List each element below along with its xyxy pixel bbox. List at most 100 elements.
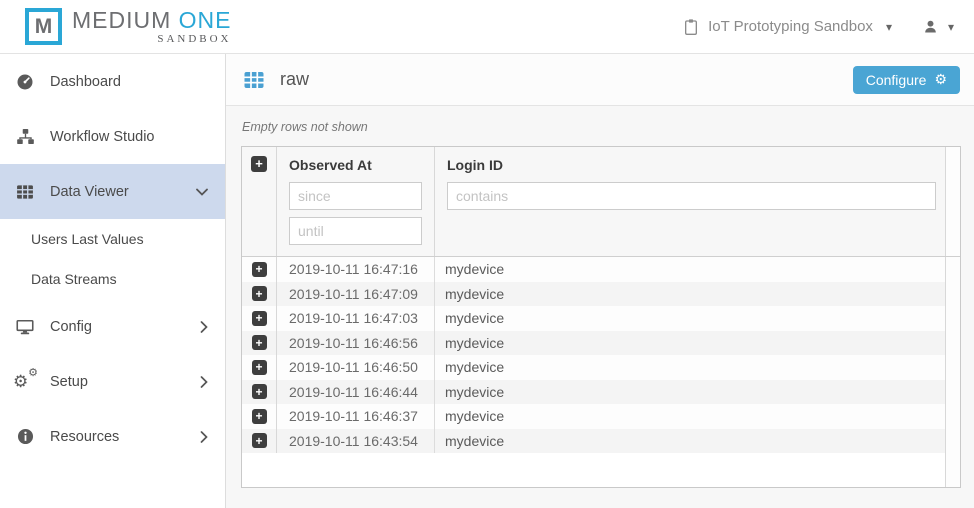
expand-row-button[interactable]: + xyxy=(252,262,267,277)
expand-row-button[interactable]: + xyxy=(252,433,267,448)
login-id-cell: mydevice xyxy=(435,306,945,331)
brand-subtitle: SANDBOX xyxy=(157,33,231,45)
sidebar-subitem-data-streams[interactable]: Data Streams xyxy=(0,259,225,299)
table-row: + 2019-10-11 16:47:16 mydevice xyxy=(242,257,960,282)
sidebar-item-label: Workflow Studio xyxy=(50,129,208,145)
brand-name-primary: MEDIUM xyxy=(72,7,171,33)
expand-all-button[interactable]: + xyxy=(251,156,267,172)
workspace-selector[interactable]: IoT Prototyping Sandbox ▾ xyxy=(683,18,892,36)
expand-row-button[interactable]: + xyxy=(252,335,267,350)
gear-icon: ⚙ xyxy=(934,71,947,88)
filter-since-input[interactable] xyxy=(289,182,422,210)
login-id-cell: mydevice xyxy=(435,380,945,405)
logo-m-icon: M xyxy=(25,8,62,45)
monitor-icon xyxy=(14,317,36,337)
observed-at-cell: 2019-10-11 16:46:44 xyxy=(277,380,435,405)
table-row: + 2019-10-11 16:43:54 mydevice xyxy=(242,429,960,454)
sidebar-item-resources[interactable]: Resources xyxy=(0,409,225,464)
empty-rows-note: Empty rows not shown xyxy=(242,120,974,134)
scrollbar-track[interactable] xyxy=(945,147,960,256)
caret-down-icon: ▾ xyxy=(886,20,892,34)
main-content: raw Configure ⚙ Empty rows not shown + O… xyxy=(226,54,974,508)
gears-icon: ⚙ ⚙ xyxy=(14,372,36,392)
workflow-icon xyxy=(14,127,36,146)
sidebar-subitem-users-last-values[interactable]: Users Last Values xyxy=(0,219,225,259)
login-id-cell: mydevice xyxy=(435,257,945,282)
sidebar-subitem-label: Data Streams xyxy=(31,271,117,287)
chevron-right-icon xyxy=(200,376,208,388)
sidebar-item-config[interactable]: Config xyxy=(0,299,225,354)
data-table: + Observed At Login ID + 2019-10-11 16:4… xyxy=(241,146,961,488)
sidebar-subitem-label: Users Last Values xyxy=(31,231,144,247)
dashboard-icon xyxy=(14,72,36,92)
scrollbar-track xyxy=(945,282,960,307)
info-icon xyxy=(14,427,36,446)
top-bar: M MEDIUM ONE SANDBOX IoT Prototyping San… xyxy=(0,0,974,54)
table-header: + Observed At Login ID xyxy=(242,147,960,257)
sidebar: Dashboard Workflow Studio xyxy=(0,54,226,508)
login-id-cell: mydevice xyxy=(435,331,945,356)
sidebar-item-label: Resources xyxy=(50,429,186,445)
clipboard-icon xyxy=(683,18,699,36)
configure-button[interactable]: Configure ⚙ xyxy=(853,66,960,94)
observed-at-cell: 2019-10-11 16:47:09 xyxy=(277,282,435,307)
stream-toolbar: raw Configure ⚙ xyxy=(226,54,974,106)
table-row: + 2019-10-11 16:46:56 mydevice xyxy=(242,331,960,356)
sidebar-item-data-viewer[interactable]: Data Viewer xyxy=(0,164,225,219)
sidebar-item-label: Dashboard xyxy=(50,74,208,90)
table-row: + 2019-10-11 16:46:44 mydevice xyxy=(242,380,960,405)
expand-row-button[interactable]: + xyxy=(252,311,267,326)
sidebar-item-label: Data Viewer xyxy=(50,184,182,200)
sidebar-item-label: Config xyxy=(50,319,186,335)
sidebar-item-workflow-studio[interactable]: Workflow Studio xyxy=(0,109,225,164)
sidebar-item-dashboard[interactable]: Dashboard xyxy=(0,54,225,109)
page-title: raw xyxy=(280,69,309,90)
brand-logo[interactable]: M MEDIUM ONE SANDBOX xyxy=(25,8,232,45)
scrollbar-track xyxy=(945,453,960,487)
scrollbar-track xyxy=(945,380,960,405)
observed-at-cell: 2019-10-11 16:46:56 xyxy=(277,331,435,356)
table-footer-space xyxy=(242,453,960,487)
logo-text: MEDIUM ONE SANDBOX xyxy=(72,8,232,44)
login-id-cell: mydevice xyxy=(435,282,945,307)
chevron-right-icon xyxy=(200,321,208,333)
observed-at-cell: 2019-10-11 16:46:50 xyxy=(277,355,435,380)
observed-at-cell: 2019-10-11 16:47:03 xyxy=(277,306,435,331)
user-icon xyxy=(922,18,939,35)
brand-name-accent: ONE xyxy=(179,7,232,33)
observed-at-cell: 2019-10-11 16:46:37 xyxy=(277,404,435,429)
scrollbar-track xyxy=(945,404,960,429)
table-row: + 2019-10-11 16:46:37 mydevice xyxy=(242,404,960,429)
column-header-login-id: Login ID xyxy=(447,157,945,173)
table-row: + 2019-10-11 16:46:50 mydevice xyxy=(242,355,960,380)
login-id-cell: mydevice xyxy=(435,355,945,380)
observed-at-cell: 2019-10-11 16:43:54 xyxy=(277,429,435,454)
expand-row-button[interactable]: + xyxy=(252,384,267,399)
column-header-observed-at: Observed At xyxy=(289,157,434,173)
chevron-down-icon xyxy=(196,188,208,196)
filter-until-input[interactable] xyxy=(289,217,422,245)
table-icon xyxy=(242,68,266,92)
sidebar-item-label: Setup xyxy=(50,374,186,390)
scrollbar-track xyxy=(945,429,960,454)
table-row: + 2019-10-11 16:47:03 mydevice xyxy=(242,306,960,331)
scrollbar-track xyxy=(945,306,960,331)
user-menu[interactable]: ▾ xyxy=(922,18,954,35)
observed-at-cell: 2019-10-11 16:47:16 xyxy=(277,257,435,282)
caret-down-icon: ▾ xyxy=(948,20,954,34)
table-body: + 2019-10-11 16:47:16 mydevice + 2019-10… xyxy=(242,257,960,453)
scrollbar-track xyxy=(945,355,960,380)
chevron-right-icon xyxy=(200,431,208,443)
expand-row-button[interactable]: + xyxy=(252,286,267,301)
top-right-controls: IoT Prototyping Sandbox ▾ ▾ xyxy=(683,18,954,36)
workspace-label: IoT Prototyping Sandbox xyxy=(708,18,873,35)
scrollbar-track xyxy=(945,257,960,282)
expand-row-button[interactable]: + xyxy=(252,409,267,424)
table-icon xyxy=(14,182,36,202)
login-id-cell: mydevice xyxy=(435,429,945,454)
expand-row-button[interactable]: + xyxy=(252,360,267,375)
table-row: + 2019-10-11 16:47:09 mydevice xyxy=(242,282,960,307)
scrollbar-track xyxy=(945,331,960,356)
filter-contains-input[interactable] xyxy=(447,182,936,210)
sidebar-item-setup[interactable]: ⚙ ⚙ Setup xyxy=(0,354,225,409)
